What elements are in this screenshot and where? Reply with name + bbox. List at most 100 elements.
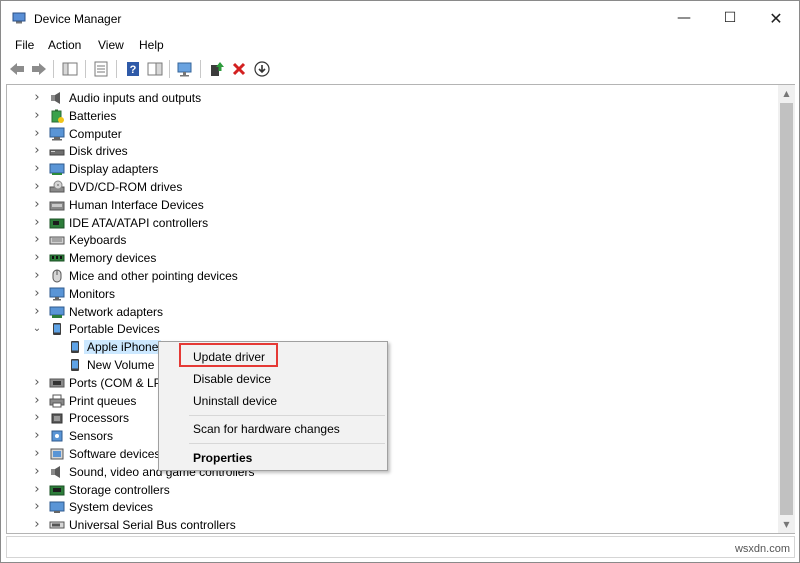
- tree-item-label: Network adapters: [69, 304, 164, 319]
- tree-category-item[interactable]: › Sensors: [7, 427, 772, 445]
- chevron-right-icon[interactable]: ›: [32, 162, 42, 175]
- chevron-right-icon[interactable]: ›: [32, 483, 42, 496]
- action-pane-button[interactable]: [145, 59, 165, 79]
- tree-category-item[interactable]: › Monitors: [7, 285, 772, 303]
- scroll-down-icon[interactable]: ▼: [778, 516, 795, 533]
- chevron-right-icon[interactable]: ›: [32, 91, 42, 104]
- download-toolbar-button[interactable]: [252, 59, 272, 79]
- help-toolbar-button[interactable]: ?: [123, 59, 143, 79]
- chevron-right-icon[interactable]: ›: [32, 127, 42, 140]
- action-pane-icon: [147, 62, 163, 76]
- tree-category-item[interactable]: › Computer: [7, 125, 772, 143]
- tree-category-item[interactable]: › Software devices: [7, 445, 772, 463]
- tree-item-label: Ports (COM & LP: [69, 375, 162, 390]
- tree-child-item[interactable]: Apple iPhone: [7, 338, 772, 356]
- scroll-up-icon[interactable]: ▲: [778, 85, 795, 102]
- tree-category-item[interactable]: › Print queues: [7, 392, 772, 410]
- tree-category-item[interactable]: ⌄ Portable Devices: [7, 320, 772, 338]
- tree-category-item[interactable]: › IDE ATA/ATAPI controllers: [7, 214, 772, 232]
- tree-category-item[interactable]: › Human Interface Devices: [7, 196, 772, 214]
- context-properties[interactable]: Properties: [193, 451, 252, 465]
- context-uninstall-device[interactable]: Uninstall device: [193, 394, 277, 408]
- chevron-right-icon[interactable]: ›: [32, 269, 42, 282]
- update-driver-toolbar-button[interactable]: [207, 59, 227, 79]
- chevron-right-icon[interactable]: ›: [32, 394, 42, 407]
- help-icon: ?: [127, 62, 139, 76]
- tree-category-item[interactable]: › Display adapters: [7, 160, 772, 178]
- menu-action[interactable]: Action: [48, 38, 81, 52]
- display-adapter-icon: [49, 163, 65, 176]
- tree-item-label: Keyboards: [69, 233, 127, 248]
- tree-category-item[interactable]: › Memory devices: [7, 249, 772, 267]
- tree-category-item[interactable]: › Sound, video and game controllers: [7, 463, 772, 481]
- tree-item-label: Display adapters: [69, 162, 159, 177]
- chevron-right-icon[interactable]: ›: [32, 376, 42, 389]
- chevron-right-icon[interactable]: ›: [32, 305, 42, 318]
- forward-arrow-icon: [32, 63, 46, 75]
- chevron-right-icon[interactable]: ›: [32, 429, 42, 442]
- chevron-right-icon[interactable]: ›: [32, 233, 42, 246]
- update-driver-icon: [211, 62, 224, 76]
- tree-item-label: IDE ATA/ATAPI controllers: [69, 215, 209, 230]
- tree-item-label: Memory devices: [69, 251, 157, 266]
- chevron-right-icon[interactable]: ›: [32, 251, 42, 264]
- tree-item-label: Apple iPhone: [84, 340, 162, 355]
- phone-icon: [71, 359, 79, 371]
- tree-category-item[interactable]: › System devices: [7, 498, 772, 516]
- chevron-right-icon[interactable]: ›: [32, 500, 42, 513]
- chevron-right-icon[interactable]: ›: [32, 447, 42, 460]
- menu-file[interactable]: File: [15, 38, 34, 52]
- context-disable-device[interactable]: Disable device: [193, 372, 271, 386]
- tree-item-label: Audio inputs and outputs: [69, 91, 202, 105]
- context-scan-hardware[interactable]: Scan for hardware changes: [193, 422, 340, 436]
- tree-category-item[interactable]: › Ports (COM & LP: [7, 374, 772, 392]
- chevron-right-icon[interactable]: ›: [32, 180, 42, 193]
- close-button[interactable]: ✕: [753, 1, 799, 35]
- tree-category-item[interactable]: › Network adapters: [7, 303, 772, 321]
- chevron-down-icon[interactable]: ⌄: [32, 323, 42, 335]
- minimize-icon: —: [677, 10, 691, 26]
- tree-child-item[interactable]: New Volume: [7, 356, 772, 374]
- title-bar[interactable]: Device Manager — ☐ ✕: [1, 1, 799, 35]
- tree-category-item[interactable]: › Storage controllers: [7, 481, 772, 499]
- usb-icon: [49, 521, 65, 529]
- disk-drive-icon: [49, 149, 65, 156]
- menu-help[interactable]: Help: [139, 38, 164, 52]
- dvd-drive-icon: [49, 180, 65, 193]
- chevron-right-icon[interactable]: ›: [32, 109, 42, 122]
- tree-category-item[interactable]: › DVD/CD-ROM drives: [7, 178, 772, 196]
- chevron-right-icon[interactable]: ›: [32, 465, 42, 478]
- uninstall-toolbar-button[interactable]: [229, 59, 249, 79]
- tree-category-item[interactable]: › Universal Serial Bus controllers: [7, 516, 772, 534]
- properties-toolbar-button[interactable]: [91, 59, 111, 79]
- tree-category-item[interactable]: › Processors: [7, 409, 772, 427]
- status-bar: [6, 536, 795, 558]
- chevron-right-icon[interactable]: ›: [32, 518, 42, 531]
- tree-item-label: Computer: [69, 126, 122, 141]
- hid-icon: [49, 201, 65, 211]
- tree-category-item[interactable]: › Keyboards: [7, 231, 772, 249]
- sensor-icon: [51, 430, 63, 442]
- speaker-icon: [51, 92, 60, 104]
- vertical-scrollbar[interactable]: ▲ ▼: [778, 85, 795, 533]
- tree-category-item[interactable]: › Batteries: [7, 107, 772, 125]
- chevron-right-icon[interactable]: ›: [32, 411, 42, 424]
- chevron-right-icon[interactable]: ›: [32, 144, 42, 157]
- scan-hardware-button[interactable]: [176, 59, 196, 79]
- chevron-right-icon[interactable]: ›: [32, 287, 42, 300]
- scroll-thumb[interactable]: [780, 103, 793, 515]
- tree-item-label: Processors: [69, 411, 130, 426]
- chevron-right-icon[interactable]: ›: [32, 216, 42, 229]
- maximize-button[interactable]: ☐: [707, 1, 753, 35]
- chevron-right-icon[interactable]: ›: [32, 198, 42, 211]
- tree-category-item[interactable]: › Mice and other pointing devices: [7, 267, 772, 285]
- menu-view[interactable]: View: [98, 38, 124, 52]
- forward-button[interactable]: [29, 59, 49, 79]
- console-tree-button[interactable]: [60, 59, 80, 79]
- tree-category-item[interactable]: › Audio inputs and outputs: [7, 89, 772, 107]
- minimize-button[interactable]: —: [661, 1, 707, 35]
- printer-icon: [49, 394, 65, 408]
- tree-category-item[interactable]: › Disk drives: [7, 142, 772, 160]
- toolbar-separator: [85, 60, 86, 78]
- back-button[interactable]: [7, 59, 27, 79]
